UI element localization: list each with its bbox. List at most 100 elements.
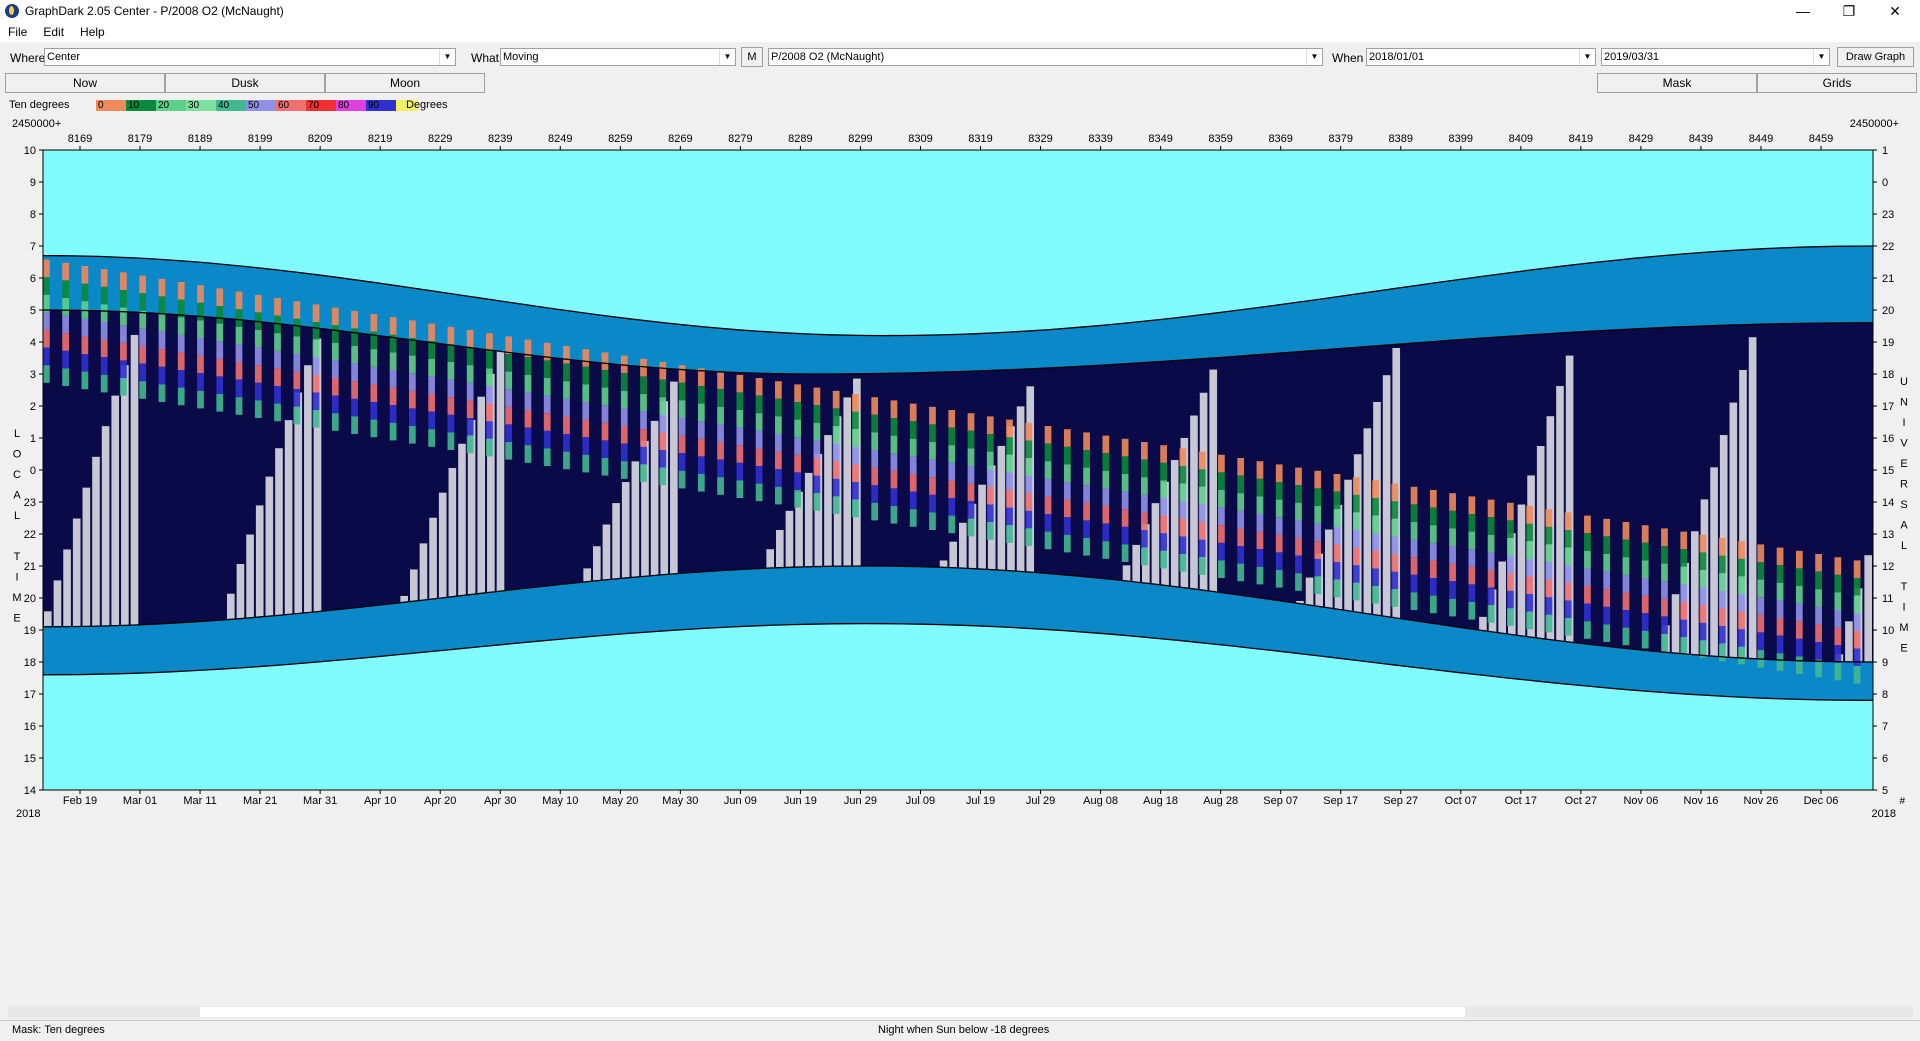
comet-altitude-bar — [1275, 482, 1283, 500]
y-tick-label-left: 0 — [30, 465, 36, 477]
chart-svg[interactable]: 1098765432102322212019181716151410232221… — [0, 115, 1920, 1005]
comet-altitude-bar — [1853, 595, 1861, 614]
night-region — [514, 353, 526, 589]
comet-altitude-bar — [1718, 573, 1726, 591]
comet-altitude-bar — [986, 469, 994, 487]
comet-altitude-bar — [659, 432, 667, 450]
comet-altitude-bar — [1564, 582, 1572, 601]
chevron-down-icon[interactable]: ▼ — [439, 49, 455, 65]
m-button[interactable]: M — [741, 47, 763, 67]
comet-altitude-bar — [1121, 438, 1129, 457]
moonlight-bar — [804, 472, 813, 567]
tab-grids[interactable]: Grids — [1757, 73, 1917, 93]
comet-altitude-bar — [1487, 605, 1495, 623]
comet-altitude-bar — [197, 302, 204, 321]
comet-altitude-bar — [1256, 496, 1264, 514]
chevron-down-icon[interactable]: ▼ — [1306, 49, 1322, 65]
status-mask: Mask: Ten degrees — [12, 1024, 105, 1036]
comet-altitude-bar — [1757, 614, 1765, 633]
night-region — [1266, 353, 1277, 600]
moonlight-bar — [583, 568, 591, 582]
chevron-down-icon[interactable]: ▼ — [719, 49, 735, 65]
moonlight-bar — [670, 381, 678, 574]
tab-moon[interactable]: Moon — [325, 73, 485, 93]
comet-altitude-bar — [1141, 459, 1148, 478]
right-axis-letter: V — [1900, 438, 1908, 450]
tab-now[interactable]: Now — [5, 73, 165, 93]
comet-altitude-bar — [197, 338, 204, 356]
moonlight-bar — [236, 563, 245, 619]
comet-altitude-bar — [331, 395, 339, 414]
comet-altitude-bar — [1275, 464, 1283, 482]
moonlight-bar — [766, 549, 774, 569]
comet-altitude-bar — [1391, 483, 1399, 502]
comet-altitude-bar — [582, 419, 590, 438]
moonlight-bar — [776, 529, 784, 568]
comet-altitude-bar — [678, 418, 686, 436]
x-tick-label-bottom: Oct 27 — [1565, 795, 1597, 807]
x-tick-label-bottom: Aug 28 — [1203, 795, 1238, 807]
comet-altitude-bar — [120, 307, 127, 326]
minimize-button[interactable]: — — [1780, 0, 1826, 22]
comet-altitude-bar — [1429, 507, 1437, 526]
night-region — [168, 314, 179, 624]
comet-altitude-bar — [293, 389, 301, 407]
draw-graph-button[interactable]: Draw Graph — [1837, 47, 1914, 67]
night-region — [765, 373, 776, 569]
comet-altitude-bar — [312, 410, 320, 428]
comet-altitude-bar — [1314, 488, 1322, 506]
menu-bar: File Edit Help — [0, 22, 1920, 42]
comet-altitude-bar — [929, 494, 936, 513]
when-start-combo[interactable]: 2018/01/01 ▼ — [1366, 48, 1596, 66]
comet-altitude-bar — [1102, 435, 1110, 454]
night-region — [1478, 338, 1489, 631]
comet-altitude-bar — [890, 400, 898, 418]
comet-altitude-bar — [659, 397, 667, 415]
moonlight-bar — [621, 482, 630, 578]
scrollbar-thumb[interactable] — [200, 1007, 1465, 1017]
night-region — [534, 356, 545, 587]
close-button[interactable]: ✕ — [1872, 0, 1918, 22]
y-tick-label-right: 18 — [1882, 369, 1894, 381]
comet-altitude-bar — [1198, 522, 1206, 540]
comet-altitude-bar — [1449, 528, 1456, 546]
menu-edit[interactable]: Edit — [35, 25, 72, 39]
comet-altitude-bar — [1468, 514, 1476, 532]
comet-altitude-bar — [813, 405, 821, 423]
chevron-down-icon[interactable]: ▼ — [1813, 49, 1829, 65]
where-combo[interactable]: Center ▼ — [44, 48, 456, 66]
y-tick-label-right: 0 — [1882, 177, 1888, 189]
comet-altitude-bar — [1468, 602, 1476, 620]
object-combo[interactable]: P/2008 O2 (McNaught) ▼ — [768, 48, 1323, 66]
chevron-down-icon[interactable]: ▼ — [1579, 49, 1595, 65]
comet-altitude-bar — [929, 459, 936, 478]
comet-altitude-bar — [1738, 629, 1745, 647]
comet-altitude-bar — [909, 438, 917, 457]
comet-altitude-bar — [1853, 648, 1861, 666]
when-end-combo[interactable]: 2019/03/31 ▼ — [1601, 48, 1830, 66]
comet-altitude-bar — [775, 434, 782, 452]
comet-altitude-bar — [1218, 472, 1225, 490]
right-axis-letter: I — [1902, 602, 1905, 614]
comet-altitude-bar — [1738, 611, 1745, 630]
comet-altitude-bar — [736, 374, 744, 393]
comet-altitude-bar — [274, 386, 281, 404]
comet-altitude-bar — [563, 381, 570, 399]
what-combo[interactable]: Moving ▼ — [500, 48, 736, 66]
comet-altitude-bar — [1102, 470, 1110, 489]
moonlight-bar — [602, 524, 611, 580]
menu-file[interactable]: File — [0, 25, 35, 39]
horizontal-scrollbar[interactable] — [8, 1006, 1913, 1018]
comet-altitude-bar — [1815, 554, 1822, 572]
comet-altitude-bar — [158, 278, 166, 297]
comet-altitude-bar — [736, 445, 744, 463]
comet-altitude-bar — [1564, 512, 1572, 530]
menu-help[interactable]: Help — [72, 25, 113, 39]
comet-altitude-bar — [1641, 525, 1649, 543]
tab-dusk[interactable]: Dusk — [165, 73, 325, 93]
tab-mask[interactable]: Mask — [1597, 73, 1757, 93]
maximize-button[interactable]: ❐ — [1826, 0, 1872, 22]
comet-altitude-bar — [1487, 587, 1495, 606]
visibility-chart[interactable]: 10 9 8 7 6 5 4 3 2 1 0 23 22 21 20 19 18 17 16 15 14 1 0 23 22 21… — [0, 115, 1920, 1005]
comet-altitude-bar — [890, 470, 898, 489]
